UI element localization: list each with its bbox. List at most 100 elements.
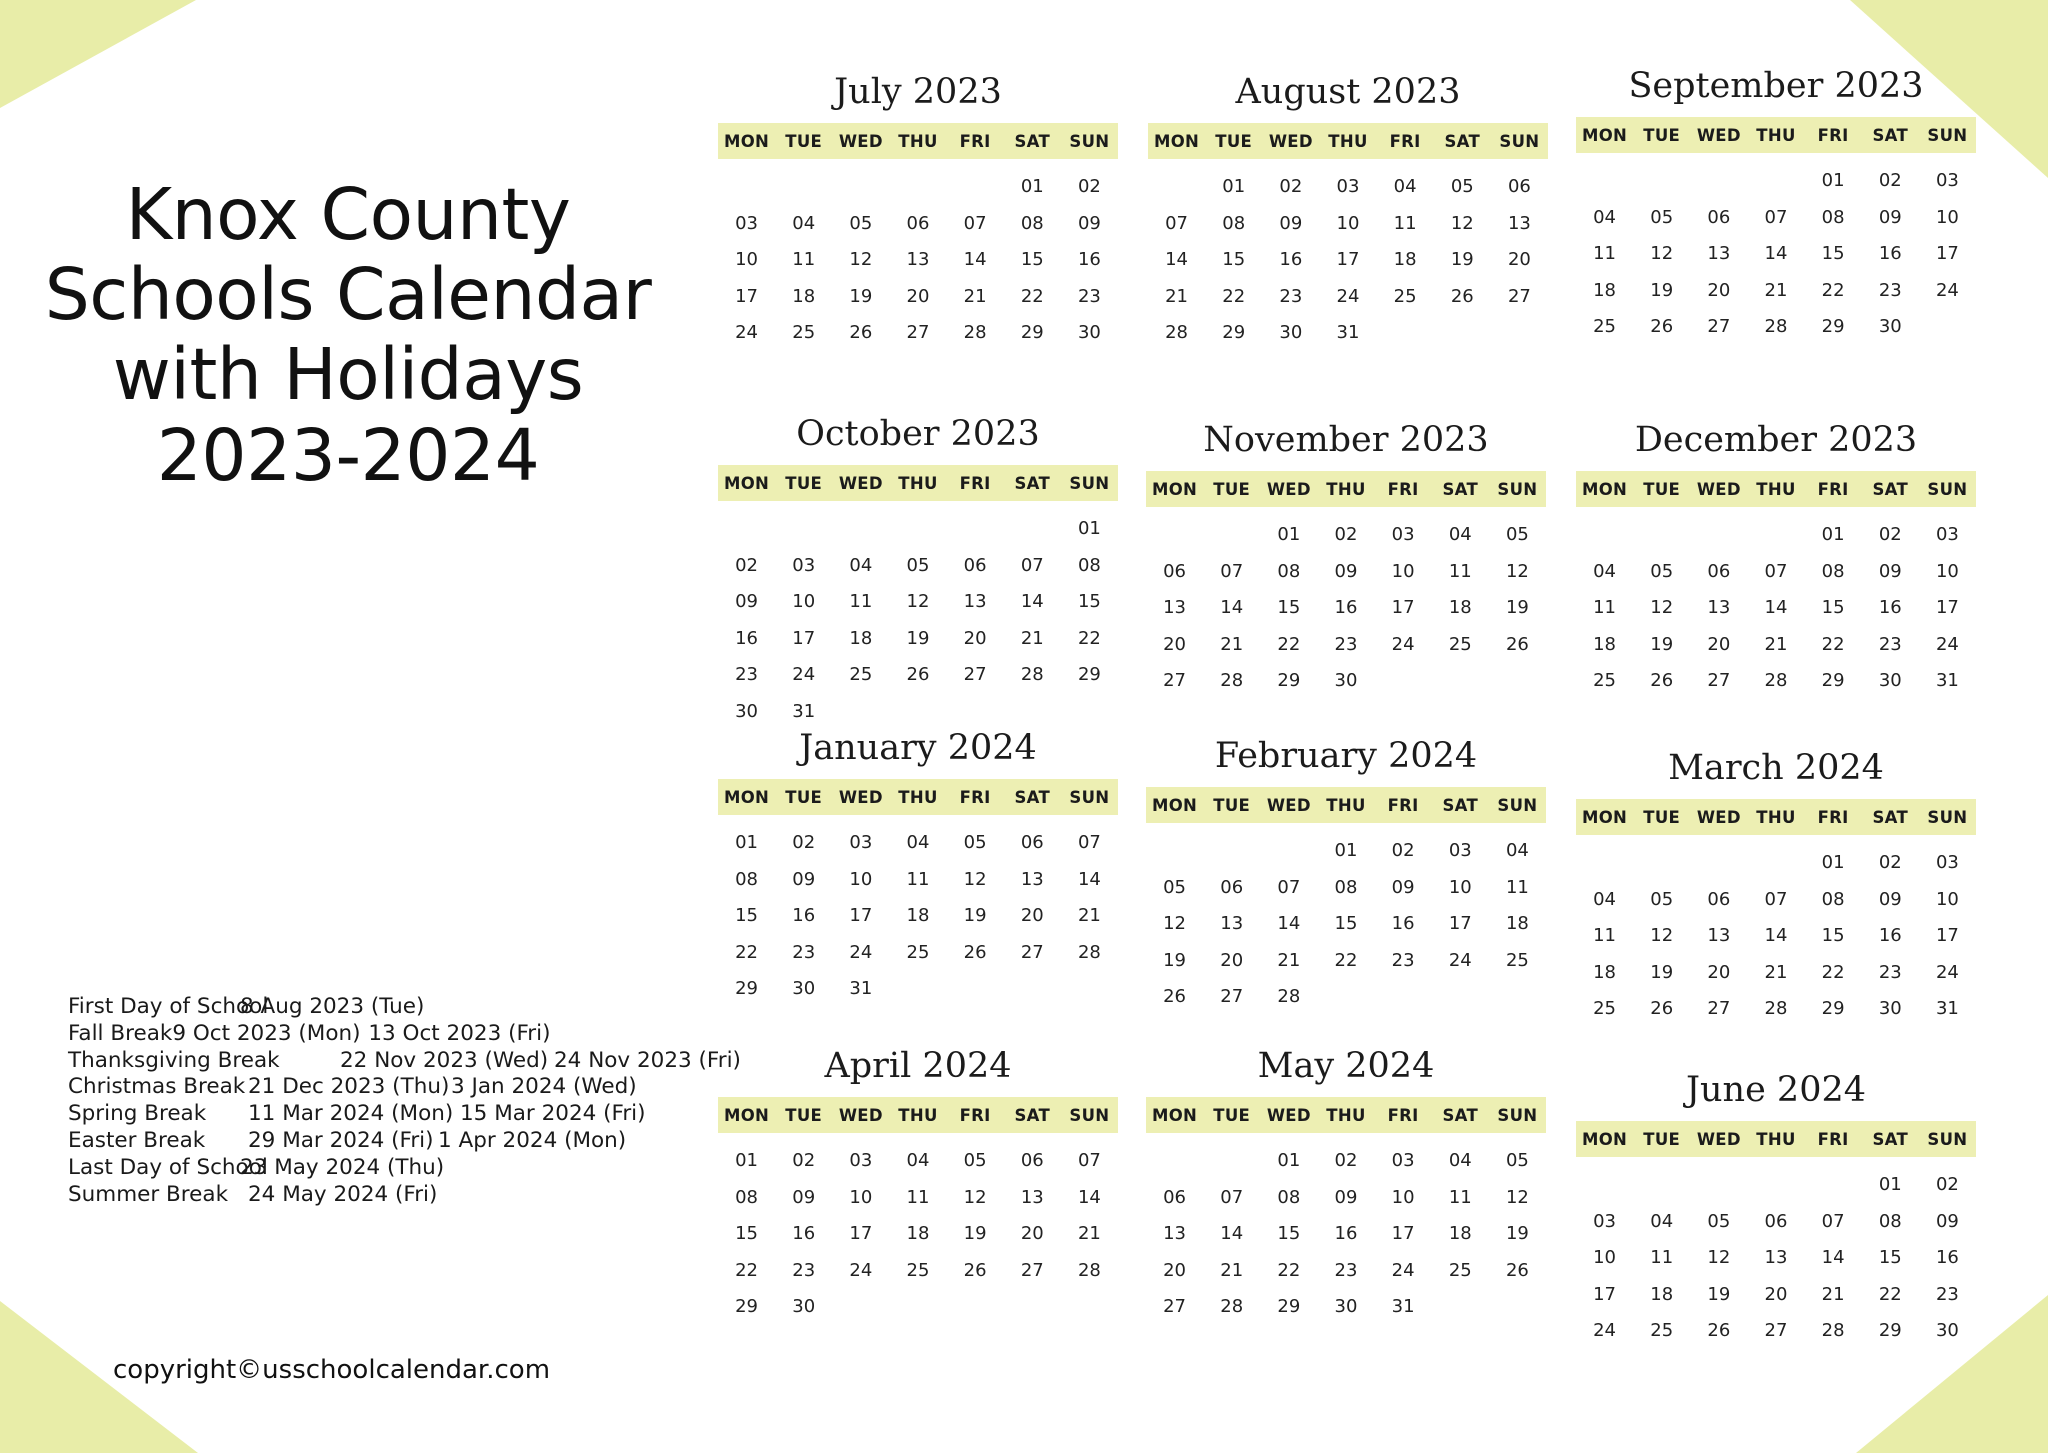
day-cell[interactable]: 05 <box>1633 200 1690 237</box>
day-cell[interactable]: 06 <box>1203 870 1260 907</box>
day-cell[interactable]: 04 <box>1576 200 1633 237</box>
day-cell[interactable]: 27 <box>1146 1289 1203 1326</box>
day-cell[interactable]: 18 <box>1377 242 1434 279</box>
day-cell[interactable]: 16 <box>1862 590 1919 627</box>
day-cell[interactable]: 17 <box>718 279 775 316</box>
day-cell[interactable]: 29 <box>718 971 775 1008</box>
day-cell[interactable]: 04 <box>775 206 832 243</box>
day-cell[interactable]: 27 <box>1203 979 1260 1016</box>
day-cell[interactable]: 04 <box>889 1143 946 1180</box>
day-cell[interactable]: 04 <box>1489 833 1546 870</box>
day-cell[interactable]: 25 <box>775 315 832 352</box>
day-cell[interactable]: 15 <box>1260 1216 1317 1253</box>
day-cell[interactable]: 17 <box>1432 906 1489 943</box>
day-cell[interactable]: 29 <box>1805 663 1862 700</box>
day-cell[interactable]: 15 <box>1805 236 1862 273</box>
day-cell[interactable]: 22 <box>1061 621 1118 658</box>
day-cell[interactable]: 04 <box>1576 882 1633 919</box>
day-cell[interactable]: 07 <box>1747 882 1804 919</box>
day-cell[interactable]: 27 <box>1690 663 1747 700</box>
day-cell[interactable]: 16 <box>1317 590 1374 627</box>
day-cell[interactable]: 10 <box>1375 554 1432 591</box>
day-cell[interactable]: 05 <box>1434 169 1491 206</box>
day-cell[interactable]: 01 <box>1004 169 1061 206</box>
day-cell[interactable]: 05 <box>1146 870 1203 907</box>
day-cell[interactable]: 15 <box>718 898 775 935</box>
day-cell[interactable]: 07 <box>1004 548 1061 585</box>
day-cell[interactable]: 21 <box>1004 621 1061 658</box>
day-cell[interactable]: 06 <box>1004 1143 1061 1180</box>
day-cell[interactable]: 05 <box>1489 517 1546 554</box>
day-cell[interactable]: 14 <box>1747 236 1804 273</box>
day-cell[interactable]: 28 <box>1004 657 1061 694</box>
day-cell[interactable]: 20 <box>1690 955 1747 992</box>
day-cell[interactable]: 26 <box>1633 663 1690 700</box>
day-cell[interactable]: 07 <box>1061 825 1118 862</box>
day-cell[interactable]: 01 <box>1862 1167 1919 1204</box>
day-cell[interactable]: 12 <box>889 584 946 621</box>
day-cell[interactable]: 15 <box>1805 918 1862 955</box>
day-cell[interactable]: 13 <box>1004 1180 1061 1217</box>
day-cell[interactable]: 08 <box>1317 870 1374 907</box>
day-cell[interactable]: 16 <box>1262 242 1319 279</box>
day-cell[interactable]: 04 <box>1377 169 1434 206</box>
day-cell[interactable]: 26 <box>1690 1313 1747 1350</box>
day-cell[interactable]: 04 <box>1432 1143 1489 1180</box>
day-cell[interactable]: 19 <box>1633 627 1690 664</box>
day-cell[interactable]: 16 <box>1317 1216 1374 1253</box>
day-cell[interactable]: 28 <box>1805 1313 1862 1350</box>
day-cell[interactable]: 01 <box>1260 1143 1317 1180</box>
day-cell[interactable]: 21 <box>1061 1216 1118 1253</box>
day-cell[interactable]: 15 <box>1004 242 1061 279</box>
day-cell[interactable]: 28 <box>1260 979 1317 1016</box>
day-cell[interactable]: 02 <box>1375 833 1432 870</box>
day-cell[interactable]: 08 <box>1260 1180 1317 1217</box>
day-cell[interactable]: 21 <box>1747 273 1804 310</box>
day-cell[interactable]: 18 <box>775 279 832 316</box>
day-cell[interactable]: 07 <box>1203 1180 1260 1217</box>
day-cell[interactable]: 26 <box>1633 309 1690 346</box>
day-cell[interactable]: 30 <box>775 1289 832 1326</box>
day-cell[interactable]: 16 <box>775 1216 832 1253</box>
day-cell[interactable]: 22 <box>1805 627 1862 664</box>
day-cell[interactable]: 05 <box>947 1143 1004 1180</box>
day-cell[interactable]: 20 <box>1690 273 1747 310</box>
day-cell[interactable]: 14 <box>1747 590 1804 627</box>
day-cell[interactable]: 27 <box>889 315 946 352</box>
day-cell[interactable]: 26 <box>1633 991 1690 1028</box>
day-cell[interactable]: 13 <box>889 242 946 279</box>
day-cell[interactable]: 17 <box>1576 1277 1633 1314</box>
day-cell[interactable]: 29 <box>718 1289 775 1326</box>
day-cell[interactable]: 18 <box>1432 1216 1489 1253</box>
day-cell[interactable]: 31 <box>1919 663 1976 700</box>
day-cell[interactable]: 18 <box>832 621 889 658</box>
day-cell[interactable]: 02 <box>1262 169 1319 206</box>
day-cell[interactable]: 25 <box>1377 279 1434 316</box>
day-cell[interactable]: 04 <box>1432 517 1489 554</box>
day-cell[interactable]: 30 <box>1862 663 1919 700</box>
day-cell[interactable]: 04 <box>889 825 946 862</box>
day-cell[interactable]: 30 <box>1862 991 1919 1028</box>
day-cell[interactable]: 19 <box>832 279 889 316</box>
day-cell[interactable]: 16 <box>1919 1240 1976 1277</box>
day-cell[interactable]: 18 <box>889 898 946 935</box>
day-cell[interactable]: 13 <box>1146 590 1203 627</box>
day-cell[interactable]: 23 <box>718 657 775 694</box>
day-cell[interactable]: 18 <box>1432 590 1489 627</box>
day-cell[interactable]: 28 <box>1203 1289 1260 1326</box>
day-cell[interactable]: 13 <box>1491 206 1548 243</box>
day-cell[interactable]: 17 <box>1375 1216 1432 1253</box>
day-cell[interactable]: 30 <box>1061 315 1118 352</box>
day-cell[interactable]: 25 <box>1576 309 1633 346</box>
day-cell[interactable]: 23 <box>1317 627 1374 664</box>
day-cell[interactable]: 16 <box>1061 242 1118 279</box>
day-cell[interactable]: 30 <box>775 971 832 1008</box>
day-cell[interactable]: 10 <box>775 584 832 621</box>
day-cell[interactable]: 12 <box>832 242 889 279</box>
day-cell[interactable]: 11 <box>1633 1240 1690 1277</box>
day-cell[interactable]: 13 <box>1690 236 1747 273</box>
day-cell[interactable]: 30 <box>1317 1289 1374 1326</box>
day-cell[interactable]: 02 <box>1862 517 1919 554</box>
day-cell[interactable]: 02 <box>1862 163 1919 200</box>
day-cell[interactable]: 18 <box>889 1216 946 1253</box>
